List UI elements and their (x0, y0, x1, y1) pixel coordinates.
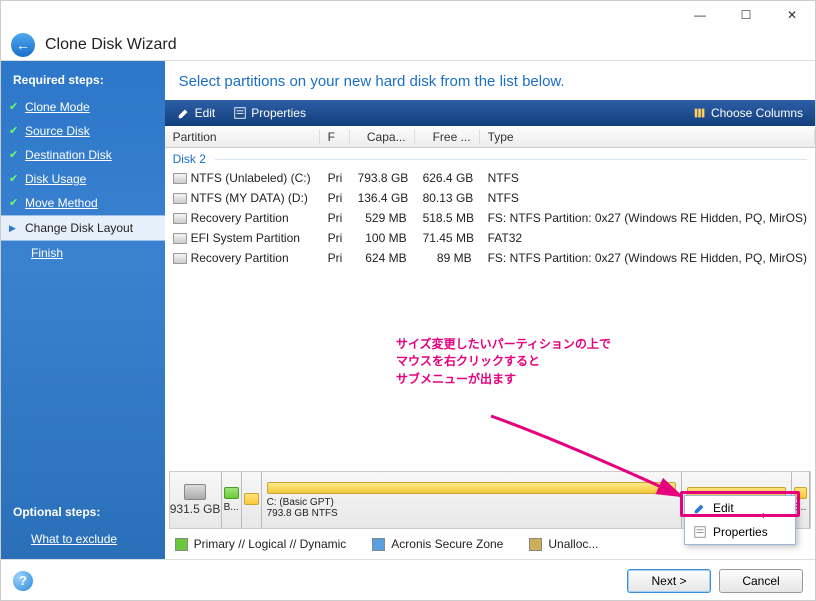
hdd-icon (184, 484, 206, 500)
legend-unalloc: Unalloc... (548, 537, 598, 551)
col-f[interactable]: F (320, 130, 350, 144)
table-row[interactable]: NTFS (Unlabeled) (C:) Pri 793.8 GB 626.4… (165, 168, 815, 188)
col-partition[interactable]: Partition (165, 130, 320, 144)
legend-swatch-primary (175, 538, 188, 551)
minimize-button[interactable]: — (677, 1, 723, 29)
toolbar-choose-columns-label: Choose Columns (711, 106, 803, 120)
table-row[interactable]: EFI System Partition Pri 100 MB 71.45 MB… (165, 228, 815, 248)
pencil-icon (177, 106, 191, 120)
required-steps-title: Required steps: (1, 69, 165, 95)
toolbar: Edit Properties Choose Columns (165, 100, 815, 126)
table-row[interactable]: Recovery Partition Pri 529 MB 518.5 MB F… (165, 208, 815, 228)
partition-icon (173, 253, 187, 264)
wizard-title: Clone Disk Wizard (45, 36, 177, 54)
cancel-button[interactable]: Cancel (719, 569, 803, 593)
context-menu: Edit Properties (684, 495, 796, 545)
toolbar-properties-button[interactable]: Properties (227, 104, 312, 122)
step-disk-usage[interactable]: Disk Usage (1, 167, 165, 191)
context-properties[interactable]: Properties (685, 520, 795, 544)
table-row[interactable]: Recovery Partition Pri 624 MB 89 MB FS: … (165, 248, 815, 268)
partition-icon (173, 233, 187, 244)
step-change-disk-layout[interactable]: Change Disk Layout (1, 215, 165, 241)
step-destination-disk[interactable]: Destination Disk (1, 143, 165, 167)
disk-map-seg-boot[interactable]: B... (222, 472, 242, 528)
legend-primary: Primary // Logical // Dynamic (194, 537, 347, 551)
table-row[interactable]: NTFS (MY DATA) (D:) Pri 136.4 GB 80.13 G… (165, 188, 815, 208)
step-source-disk[interactable]: Source Disk (1, 119, 165, 143)
pencil-icon (693, 501, 707, 515)
maximize-button[interactable]: ☐ (723, 1, 769, 29)
properties-icon (693, 525, 707, 539)
legend-asz: Acronis Secure Zone (391, 537, 503, 551)
col-free[interactable]: Free ... (415, 130, 480, 144)
toolbar-choose-columns-button[interactable]: Choose Columns (687, 104, 809, 122)
partition-icon (173, 173, 187, 184)
step-finish[interactable]: Finish (1, 241, 165, 265)
properties-icon (233, 106, 247, 120)
disk-map-disk[interactable]: 931.5 GB (170, 472, 222, 528)
disk-map-seg-c[interactable]: C: (Basic GPT) 793.8 GB NTFS (262, 472, 682, 528)
partition-icon (173, 213, 187, 224)
legend-swatch-asz (372, 538, 385, 551)
columns-icon (693, 106, 707, 120)
back-icon[interactable]: ← (11, 33, 35, 57)
partition-icon (173, 193, 187, 204)
wizard-header: ← Clone Disk Wizard (1, 29, 815, 61)
table-header: Partition F Capa... Free ... Type (165, 126, 815, 148)
seg-c-label: C: (Basic GPT) (267, 497, 676, 508)
footer: ? Next > Cancel (1, 559, 815, 601)
disk-group-label: Disk 2 (165, 148, 815, 168)
partition-grid: Disk 2 NTFS (Unlabeled) (C:) Pri 793.8 G… (165, 148, 815, 471)
disk-total-size: 931.5 GB (170, 502, 221, 516)
close-button[interactable]: ✕ (769, 1, 815, 29)
instruction-text: Select partitions on your new hard disk … (165, 61, 815, 100)
next-button[interactable]: Next > (627, 569, 711, 593)
toolbar-edit-label: Edit (195, 106, 216, 120)
step-what-to-exclude[interactable]: What to exclude (1, 527, 165, 551)
help-button[interactable]: ? (13, 571, 33, 591)
seg-c-size: 793.8 GB NTFS (267, 508, 676, 519)
main-panel: Select partitions on your new hard disk … (165, 61, 815, 559)
titlebar: — ☐ ✕ (1, 1, 815, 29)
col-capacity[interactable]: Capa... (350, 130, 415, 144)
optional-steps-title: Optional steps: (1, 501, 165, 527)
context-edit[interactable]: Edit (685, 496, 795, 520)
sidebar: Required steps: Clone Mode Source Disk D… (1, 61, 165, 559)
disk-map-seg-small[interactable] (242, 472, 262, 528)
toolbar-properties-label: Properties (251, 106, 306, 120)
legend-swatch-unalloc (529, 538, 542, 551)
step-move-method[interactable]: Move Method (1, 191, 165, 215)
toolbar-edit-button[interactable]: Edit (171, 104, 222, 122)
step-clone-mode[interactable]: Clone Mode (1, 95, 165, 119)
col-type[interactable]: Type (480, 130, 815, 144)
